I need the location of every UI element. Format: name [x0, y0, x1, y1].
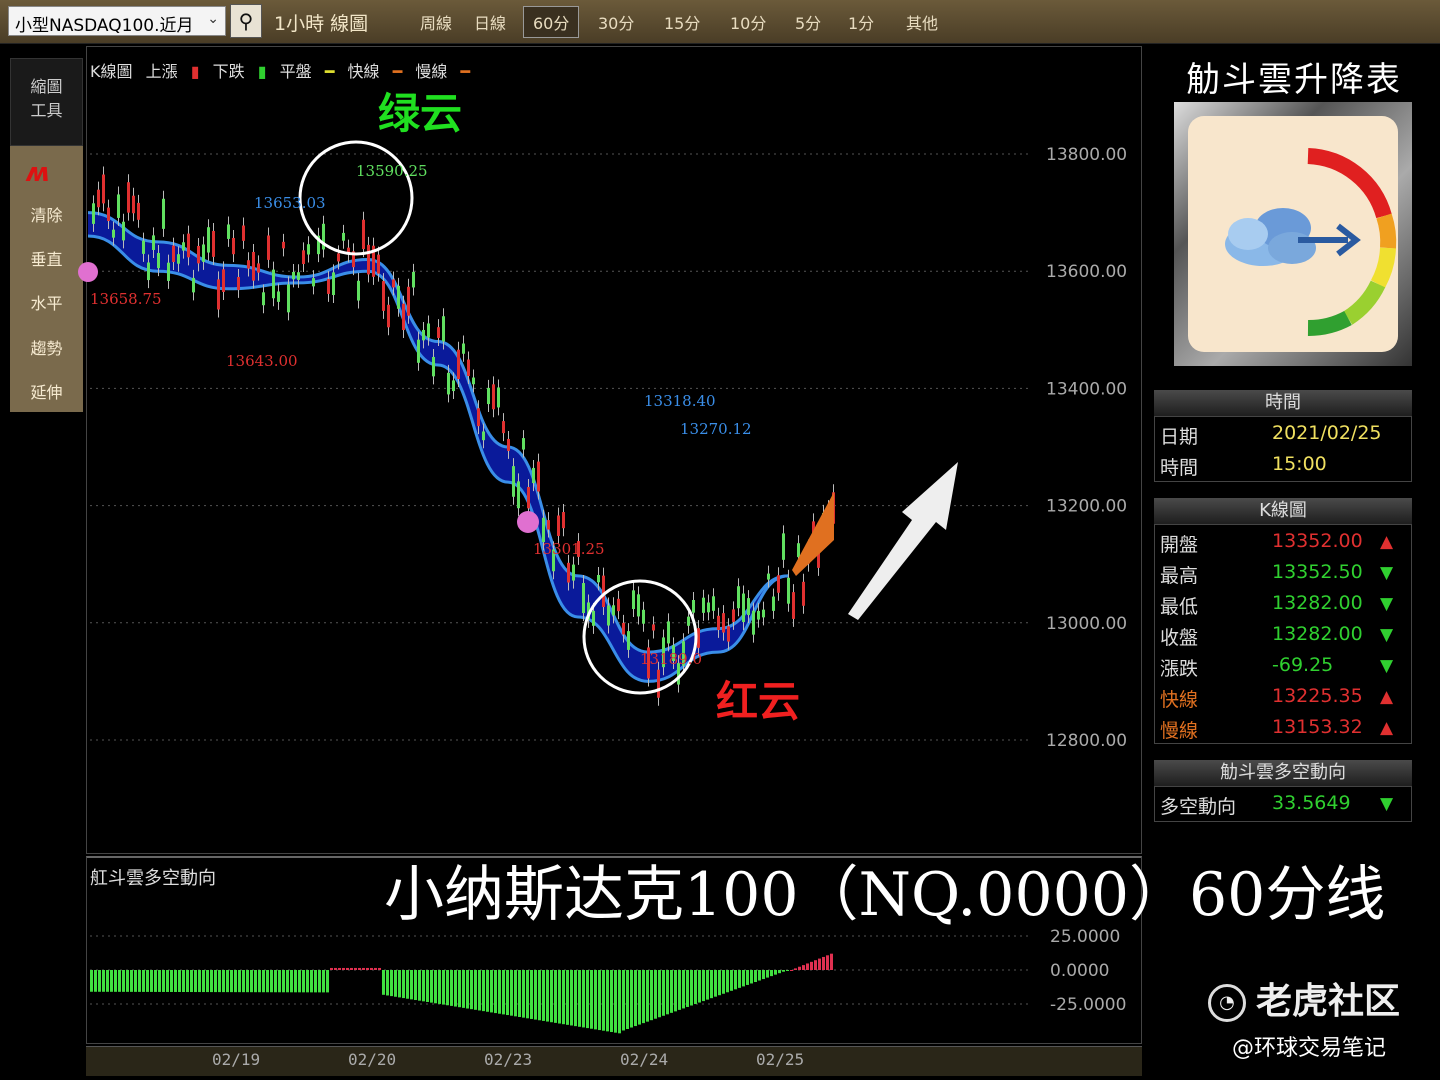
trend-label: 多空動向 [1160, 796, 1237, 818]
k-row-label: 開盤 [1160, 534, 1199, 556]
cloud-gauge [1174, 102, 1412, 366]
k-row-value: 13352.00 [1272, 530, 1363, 552]
x-tick-label: 02/24 [620, 1050, 669, 1069]
arrow-down-icon: ▼ [1380, 563, 1394, 583]
k-row-value: 13282.00 [1272, 623, 1363, 645]
k-row-value: 13282.00 [1272, 592, 1363, 614]
tf-60min[interactable]: 60分 [523, 6, 580, 38]
search-button[interactable]: ⚲ [230, 4, 262, 38]
legend-slow: 慢線 ━ [415, 62, 471, 81]
arrow-up-icon: ▲ [1380, 687, 1394, 707]
legend-title: K線圖 [90, 62, 133, 81]
arrow-up-icon: ▲ [1380, 532, 1394, 552]
time-section-head: 時間 [1154, 390, 1412, 416]
k-row-label: 最高 [1160, 565, 1199, 587]
tf-daily[interactable]: 日線 [474, 10, 506, 34]
tf-weekly[interactable]: 周線 [420, 10, 452, 34]
chevron-down-icon: ⌄ [207, 11, 219, 27]
tf-30min[interactable]: 30分 [598, 10, 634, 34]
k-row-label: 慢線 [1160, 720, 1199, 742]
tf-other[interactable]: 其他 [906, 10, 938, 34]
k-row-label: 快線 [1160, 689, 1199, 711]
k-section-head: K線圖 [1154, 498, 1412, 524]
tool-vertical[interactable]: 垂直 [10, 246, 83, 270]
time-label: 時間 [1160, 457, 1199, 479]
k-row-label: 收盤 [1160, 627, 1199, 649]
main-chart-area[interactable] [86, 46, 1142, 854]
tiger-logo-icon: ◔ [1208, 984, 1246, 1022]
trend-value: 33.5649 [1272, 792, 1351, 814]
thumbnail-label: 縮圖 [30, 77, 63, 96]
time-value: 15:00 [1272, 453, 1327, 475]
tf-10min[interactable]: 10分 [730, 10, 766, 34]
search-icon: ⚲ [238, 9, 254, 33]
x-tick-label: 02/23 [484, 1050, 533, 1069]
arrow-down-icon: ▼ [1380, 794, 1394, 814]
right-panel-title: 觔斗雲升降表 [1186, 60, 1402, 100]
k-row-label: 漲跌 [1160, 658, 1199, 680]
tool-trend[interactable]: 趨勢 [10, 335, 83, 359]
date-value: 2021/02/25 [1272, 422, 1382, 444]
tool-extend[interactable]: 延伸 [10, 379, 83, 403]
arrow-down-icon: ▼ [1380, 594, 1394, 614]
tf-15min[interactable]: 15分 [664, 10, 700, 34]
trend-section-head: 觔斗雲多空動向 [1154, 760, 1412, 786]
k-row-value: 13153.32 [1272, 716, 1363, 738]
chart-legend: K線圖 上漲 ▮ 下跌 ▮ 平盤 ━ 快線 ━ 慢線 ━ [90, 58, 478, 82]
arrow-down-icon: ▼ [1380, 625, 1394, 645]
legend-up: 上漲 ▮ [145, 62, 200, 81]
tool-clear[interactable]: 清除 [10, 202, 83, 226]
arrow-down-icon: ▼ [1380, 656, 1394, 676]
thumbnail-tools-button[interactable]: 縮圖 工具 [10, 58, 83, 146]
symbol-select[interactable]: 小型NASDAQ100.近月 ⌄ [8, 6, 226, 36]
symbol-value: 小型NASDAQ100.近月 [15, 16, 194, 36]
legend-down: 下跌 ▮ [212, 62, 267, 81]
legend-fast: 快線 ━ [347, 62, 403, 81]
trend-draw-icon[interactable]: ʍ [26, 158, 50, 188]
k-row-value: 13352.50 [1272, 561, 1363, 583]
x-tick-label: 02/25 [756, 1050, 805, 1069]
x-tick-label: 02/20 [348, 1050, 397, 1069]
tools-label: 工具 [30, 101, 63, 120]
watermark-sub: @环球交易笔记 [1232, 1036, 1387, 1061]
top-toolbar: 小型NASDAQ100.近月 ⌄ ⚲ 1小時 線圖 周線 日線 60分 30分 … [0, 0, 1440, 44]
indicator-title: 舡斗雲多空動向 [90, 868, 216, 889]
tf-5min[interactable]: 5分 [795, 10, 821, 34]
tool-horizontal[interactable]: 水平 [10, 290, 83, 314]
date-label: 日期 [1160, 426, 1199, 448]
legend-flat: 平盤 ━ [279, 62, 335, 81]
x-tick-label: 02/19 [212, 1050, 261, 1069]
watermark: ◔ 老虎社区 [1208, 972, 1400, 1024]
arrow-up-icon: ▲ [1380, 718, 1394, 738]
k-row-label: 最低 [1160, 596, 1199, 618]
k-row-value: -69.25 [1272, 654, 1334, 676]
k-row-value: 13225.35 [1272, 685, 1363, 707]
chart-title: 1小時 線圖 [274, 13, 369, 35]
left-tool-panel: 縮圖 工具 ʍ 清除 垂直 水平 趨勢 延伸 [10, 58, 83, 412]
chart-caption: 小纳斯达克100（NQ.0000）60分线 [384, 860, 1386, 930]
tf-1min[interactable]: 1分 [848, 10, 874, 34]
